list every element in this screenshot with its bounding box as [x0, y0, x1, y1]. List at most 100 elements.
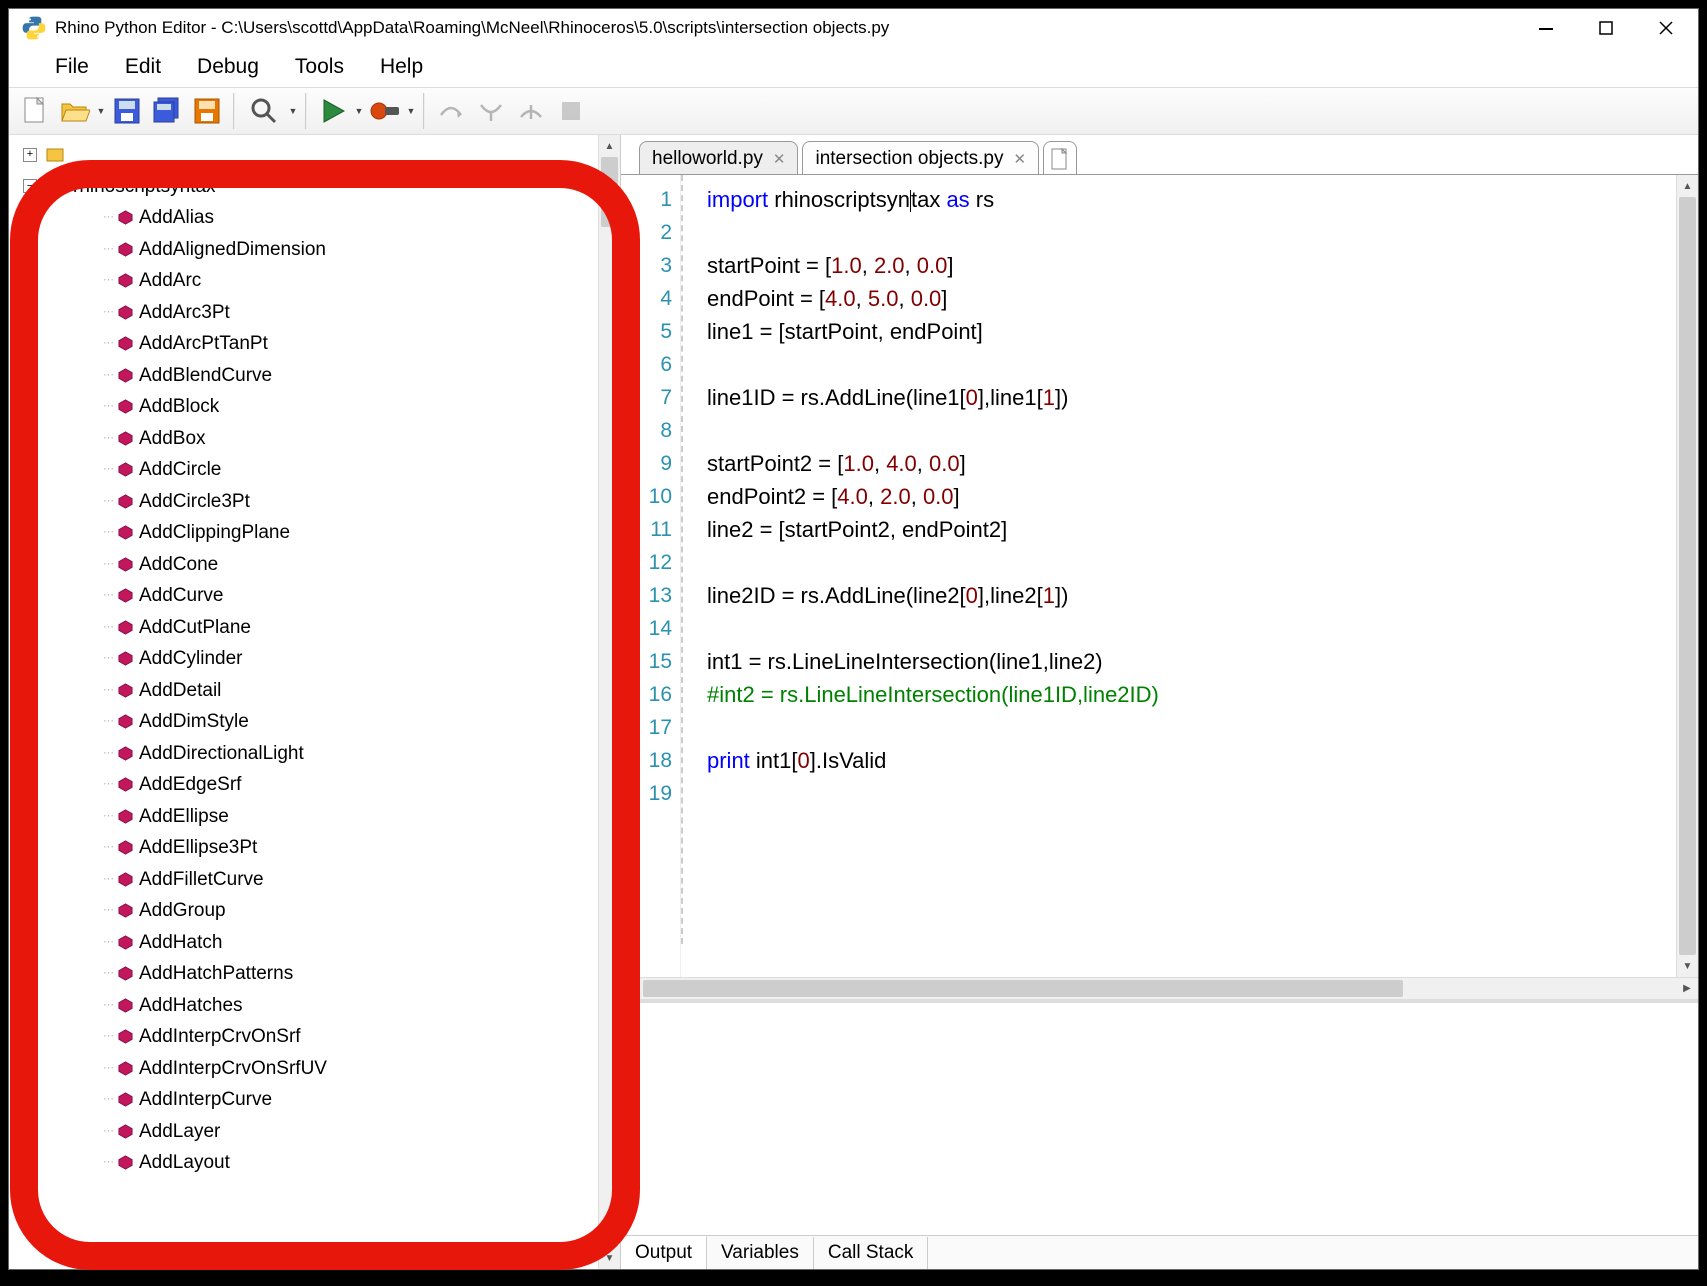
tree-item[interactable]: ⋯AddBox: [23, 423, 620, 455]
open-file-button[interactable]: [56, 92, 94, 130]
expand-icon[interactable]: +: [23, 148, 37, 162]
tree-item[interactable]: ⋯AddGroup: [23, 895, 620, 927]
bottom-tab[interactable]: Variables: [707, 1237, 814, 1269]
method-icon: [118, 588, 133, 603]
run-dropdown[interactable]: ▼: [353, 106, 365, 116]
menu-help[interactable]: Help: [362, 49, 441, 85]
file-icon: [1051, 148, 1069, 170]
tree-item[interactable]: ⋯AddAlignedDimension: [23, 234, 620, 266]
tree-scrollbar[interactable]: ▲▼: [598, 135, 620, 1269]
breakpoint-dropdown[interactable]: ▼: [405, 106, 417, 116]
tree-item[interactable]: ⋯AddArcPtTanPt: [23, 328, 620, 360]
editor-tabs: helloworld.py✕intersection objects.py✕: [621, 135, 1698, 175]
method-icon: [118, 1061, 133, 1076]
tree-item[interactable]: ⋯AddCircle: [23, 454, 620, 486]
tree-panel: + − rhinoscriptsyntax⋯AddAlias⋯AddAlignedD…: [9, 135, 621, 1269]
tree-item[interactable]: ⋯AddDimStyle: [23, 706, 620, 738]
tree-item[interactable]: ⋯AddLayer: [23, 1116, 620, 1148]
output-panel: [621, 1003, 1698, 1235]
app-window: Rhino Python Editor - C:\Users\scottd\Ap…: [8, 8, 1699, 1270]
method-icon: [118, 1155, 133, 1170]
tree-item[interactable]: ⋯AddArc3Pt: [23, 297, 620, 329]
bottom-tab[interactable]: Output: [621, 1236, 707, 1269]
search-button[interactable]: [242, 92, 286, 130]
method-icon: [118, 210, 133, 225]
step-out-button[interactable]: [512, 92, 550, 130]
method-icon: [118, 1092, 133, 1107]
tree-item[interactable]: ⋯AddEllipse3Pt: [23, 832, 620, 864]
method-icon: [118, 777, 133, 792]
close-icon[interactable]: ✕: [1013, 150, 1026, 168]
method-icon: [118, 903, 133, 918]
save-as-button[interactable]: [188, 92, 226, 130]
method-icon: [118, 399, 133, 414]
tree-item[interactable]: ⋯AddInterpCurve: [23, 1084, 620, 1116]
menu-file[interactable]: File: [37, 49, 107, 85]
method-icon: [118, 462, 133, 477]
tree-item[interactable]: ⋯AddInterpCrvOnSrf: [23, 1021, 620, 1053]
tree-item[interactable]: ⋯AddCone: [23, 549, 620, 581]
tree-item[interactable]: ⋯AddClippingPlane: [23, 517, 620, 549]
editor-tab[interactable]: intersection objects.py✕: [802, 141, 1039, 175]
method-icon: [118, 746, 133, 761]
editor-vscroll[interactable]: ▲▼: [1676, 175, 1698, 977]
menu-bar: File Edit Debug Tools Help: [9, 47, 1698, 87]
method-icon: [118, 431, 133, 446]
tree-item[interactable]: ⋯AddLayout: [23, 1147, 620, 1179]
save-all-button[interactable]: [148, 92, 186, 130]
bottom-tab[interactable]: Call Stack: [814, 1237, 929, 1269]
tree-item[interactable]: ⋯AddArc: [23, 265, 620, 297]
method-icon: [118, 620, 133, 635]
tree-item[interactable]: ⋯AddDirectionalLight: [23, 738, 620, 770]
menu-tools[interactable]: Tools: [277, 49, 362, 85]
method-icon: [118, 336, 133, 351]
run-button[interactable]: [314, 92, 352, 130]
close-icon[interactable]: ✕: [773, 150, 786, 168]
tree-item[interactable]: ⋯AddInterpCrvOnSrfUV: [23, 1053, 620, 1085]
collapse-icon[interactable]: −: [23, 179, 37, 193]
tree-item[interactable]: ⋯AddBlendCurve: [23, 360, 620, 392]
new-tab-button[interactable]: [1043, 141, 1077, 175]
tree-item[interactable]: ⋯AddCircle3Pt: [23, 486, 620, 518]
method-icon: [118, 305, 133, 320]
method-icon: [118, 714, 133, 729]
method-icon: [118, 273, 133, 288]
tree-item[interactable]: ⋯AddHatches: [23, 990, 620, 1022]
save-button[interactable]: [108, 92, 146, 130]
step-over-button[interactable]: [432, 92, 470, 130]
method-icon: [118, 998, 133, 1013]
tree-item[interactable]: ⋯AddEllipse: [23, 801, 620, 833]
tree-item[interactable]: ⋯AddFilletCurve: [23, 864, 620, 896]
tree-item[interactable]: ⋯AddBlock: [23, 391, 620, 423]
method-icon: [118, 651, 133, 666]
editor-tab[interactable]: helloworld.py✕: [639, 141, 798, 175]
tree-item[interactable]: ⋯AddHatch: [23, 927, 620, 959]
search-dropdown[interactable]: ▼: [287, 106, 299, 116]
menu-debug[interactable]: Debug: [179, 49, 277, 85]
tree-item[interactable]: ⋯AddHatchPatterns: [23, 958, 620, 990]
maximize-button[interactable]: [1576, 9, 1636, 47]
python-icon: [21, 15, 47, 41]
tree-item[interactable]: ⋯AddEdgeSrf: [23, 769, 620, 801]
close-button[interactable]: [1636, 9, 1696, 47]
code-editor[interactable]: import rhinoscriptsyntax as rs startPoin…: [681, 175, 1676, 977]
method-icon: [118, 494, 133, 509]
new-file-button[interactable]: [16, 92, 54, 130]
tree-root-rhinoscript[interactable]: rhinoscriptsyntax: [73, 171, 216, 203]
module-icon: [45, 145, 65, 165]
method-icon: [118, 966, 133, 981]
step-into-button[interactable]: [472, 92, 510, 130]
stop-button[interactable]: [552, 92, 590, 130]
editor-hscroll[interactable]: ◀▶: [621, 977, 1698, 999]
bottom-tab-bar: OutputVariablesCall Stack: [621, 1235, 1698, 1269]
tree-item[interactable]: ⋯AddCurve: [23, 580, 620, 612]
line-gutter: 12345678910111213141516171819: [621, 175, 681, 977]
tree-item[interactable]: ⋯AddCylinder: [23, 643, 620, 675]
tree-item[interactable]: ⋯AddDetail: [23, 675, 620, 707]
tree-item[interactable]: ⋯AddCutPlane: [23, 612, 620, 644]
minimize-button[interactable]: [1516, 9, 1576, 47]
breakpoint-button[interactable]: [366, 92, 404, 130]
menu-edit[interactable]: Edit: [107, 49, 179, 85]
open-dropdown[interactable]: ▼: [95, 106, 107, 116]
tree-item[interactable]: ⋯AddAlias: [23, 202, 620, 234]
